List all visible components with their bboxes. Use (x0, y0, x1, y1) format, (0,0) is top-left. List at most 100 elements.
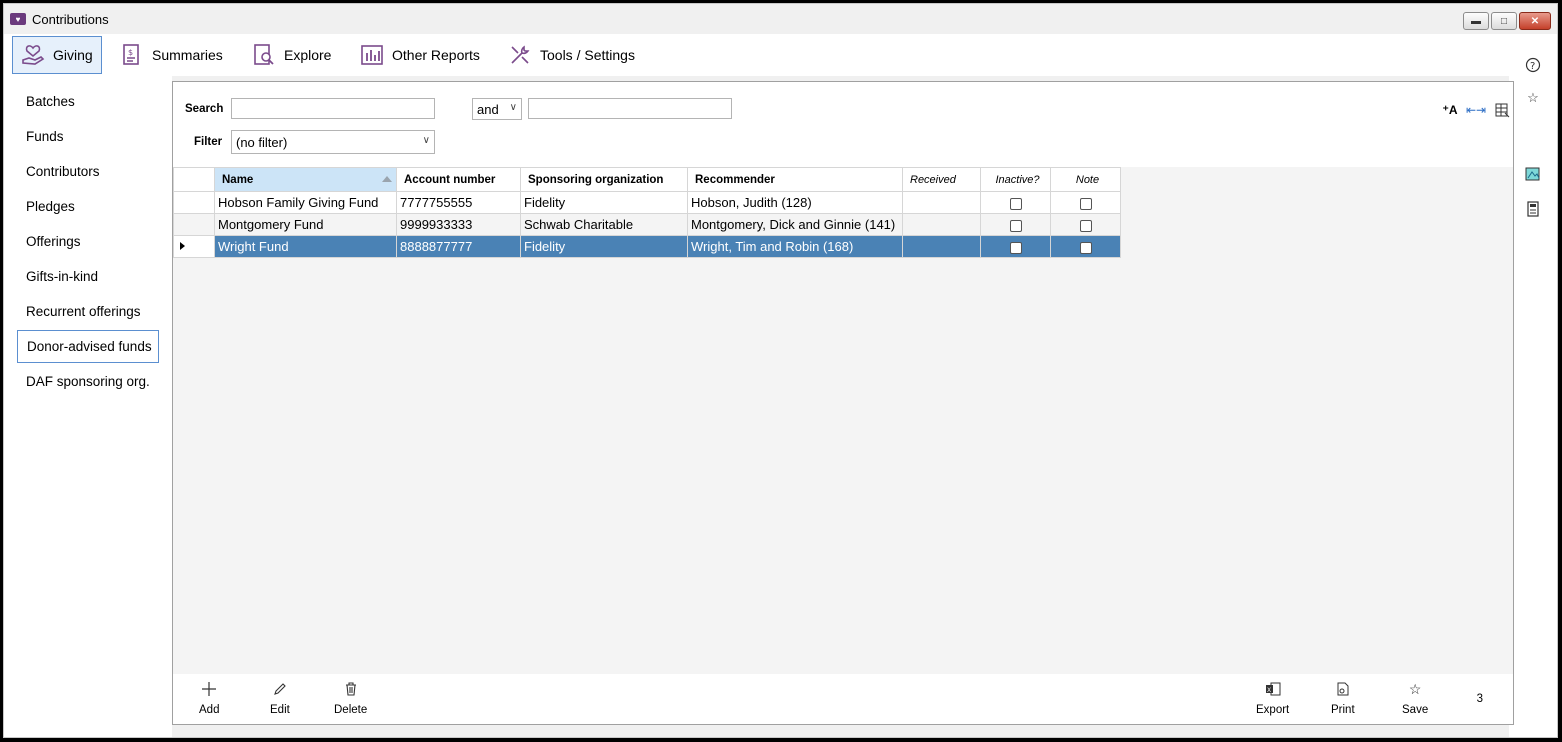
filter-select[interactable]: (no filter) ∨ (231, 130, 435, 154)
sidebar-item-contributors[interactable]: Contributors (17, 155, 159, 188)
row-header[interactable] (173, 235, 215, 258)
cell-received[interactable] (902, 235, 981, 258)
cell-received[interactable] (902, 213, 981, 236)
cell-recommender[interactable]: Hobson, Judith (128) (687, 191, 903, 214)
image-edit-icon[interactable] (1524, 165, 1542, 183)
svg-text:?: ? (1530, 61, 1535, 72)
tools-icon (511, 45, 530, 64)
row-header[interactable] (173, 213, 215, 236)
print-icon (1334, 680, 1352, 698)
font-size-icon[interactable]: ⁺A (1441, 101, 1459, 119)
explore-icon (254, 44, 274, 65)
export-label: Export (1256, 704, 1290, 716)
tab-label: Summaries (152, 47, 223, 63)
sidebar-item-donor-advised-funds[interactable]: Donor-advised funds (17, 330, 159, 363)
cell-account-number[interactable]: 7777755555 (396, 191, 521, 214)
save-label: Save (1402, 704, 1429, 716)
sidebar-item-recurrent-offerings[interactable]: Recurrent offerings (17, 295, 159, 328)
main-panel: Search and ∨ Filter (no filter) ∨ ⁺A ⇤⇥ (172, 81, 1514, 725)
tab-giving[interactable]: Giving (12, 36, 102, 74)
second-search-input[interactable] (528, 98, 732, 119)
save-button[interactable]: ☆ Save (1402, 680, 1429, 717)
cell-account-number[interactable]: 9999933333 (396, 213, 521, 236)
minimize-button[interactable]: ▬ (1463, 12, 1489, 30)
delete-button[interactable]: Delete (334, 680, 367, 716)
cell-recommender[interactable]: Montgomery, Dick and Ginnie (141) (687, 213, 903, 236)
table-row[interactable]: Montgomery Fund 9999933333 Schwab Charit… (173, 213, 1121, 236)
sort-ascending-icon (382, 176, 392, 182)
tab-tools-settings[interactable]: Tools / Settings (500, 36, 643, 74)
row-header-corner (173, 167, 215, 192)
search-label: Search (185, 103, 224, 115)
table-row-selected[interactable]: Wright Fund 8888877777 Fidelity Wright, … (173, 235, 1121, 258)
sidebar-item-pledges[interactable]: Pledges (17, 190, 159, 223)
inactive-checkbox[interactable] (1009, 219, 1022, 232)
sidebar-item-batches[interactable]: Batches (17, 85, 159, 118)
close-button[interactable]: ✕ (1519, 12, 1551, 30)
cell-sponsoring-organization[interactable]: Schwab Charitable (520, 213, 688, 236)
window-title: Contributions (32, 11, 109, 27)
fit-width-icon[interactable]: ⇤⇥ (1466, 101, 1486, 119)
add-label: Add (199, 704, 220, 716)
favorite-star-icon[interactable]: ☆ (1524, 89, 1542, 107)
excel-export-icon: X (1264, 680, 1282, 698)
export-button[interactable]: X Export (1256, 680, 1289, 716)
filter-label: Filter (194, 136, 223, 148)
column-chooser-icon[interactable] (1493, 101, 1511, 119)
inactive-checkbox[interactable] (1009, 241, 1022, 254)
sidebar-item-daf-sponsoring-org[interactable]: DAF sponsoring org. (17, 365, 159, 398)
tab-label: Giving (53, 47, 93, 63)
cell-recommender[interactable]: Wright, Tim and Robin (168) (687, 235, 903, 258)
svg-text:X: X (1267, 687, 1271, 694)
row-header[interactable] (173, 191, 215, 214)
maximize-button[interactable]: □ (1491, 12, 1517, 30)
help-icon[interactable]: ? (1524, 56, 1542, 74)
tab-other-reports[interactable]: Other Reports (352, 36, 488, 74)
table-header-row: Name Account number Sponsoring organizat… (173, 167, 1121, 192)
cell-name[interactable]: Wright Fund (214, 235, 397, 258)
cell-received[interactable] (902, 191, 981, 214)
tab-summaries[interactable]: $ Summaries (112, 36, 231, 74)
cell-note (1050, 213, 1121, 236)
cell-sponsoring-organization[interactable]: Fidelity (520, 235, 688, 258)
cell-name[interactable]: Montgomery Fund (214, 213, 397, 236)
add-button[interactable]: Add (199, 680, 219, 716)
column-header-name[interactable]: Name (214, 167, 397, 192)
conjunction-select[interactable]: and ∨ (472, 98, 522, 120)
trash-icon (342, 680, 360, 698)
print-button[interactable]: Print (1331, 680, 1355, 716)
calculator-icon[interactable] (1524, 200, 1542, 218)
sidebar-item-offerings[interactable]: Offerings (17, 225, 159, 258)
donor-advised-funds-table: Name Account number Sponsoring organizat… (173, 167, 1121, 258)
plus-icon (200, 680, 218, 698)
search-input[interactable] (231, 98, 435, 119)
column-header-inactive[interactable]: Inactive? (980, 167, 1051, 192)
note-checkbox[interactable] (1079, 241, 1092, 254)
filter-value: (no filter) (236, 134, 288, 150)
edit-button[interactable]: Edit (270, 680, 290, 716)
table-row[interactable]: Hobson Family Giving Fund 7777755555 Fid… (173, 191, 1121, 214)
current-row-arrow-icon (180, 242, 185, 250)
column-header-account-number[interactable]: Account number (396, 167, 521, 192)
note-checkbox[interactable] (1079, 219, 1092, 232)
sidebar-item-funds[interactable]: Funds (17, 120, 159, 153)
edit-label: Edit (270, 704, 290, 716)
title-bar: ♥ Contributions ▬ □ ✕ (4, 4, 1557, 34)
column-header-sponsoring-organization[interactable]: Sponsoring organization (520, 167, 688, 192)
main-nav: Giving $ Summaries Explore Other Reports… (4, 34, 1557, 76)
summaries-icon: $ (123, 44, 139, 65)
cell-account-number[interactable]: 8888877777 (396, 235, 521, 258)
sidebar-item-gifts-in-kind[interactable]: Gifts-in-kind (17, 260, 159, 293)
note-checkbox[interactable] (1079, 197, 1092, 210)
cell-sponsoring-organization[interactable]: Fidelity (520, 191, 688, 214)
inactive-checkbox[interactable] (1009, 197, 1022, 210)
bottom-toolbar: Add Edit Delete X Export Print ☆ Save 3 (173, 674, 1513, 724)
column-header-recommender[interactable]: Recommender (687, 167, 903, 192)
tab-explore[interactable]: Explore (244, 36, 339, 74)
column-header-note[interactable]: Note (1050, 167, 1121, 192)
chevron-down-icon: ∨ (422, 135, 430, 146)
bar-chart-icon (361, 45, 383, 65)
tab-label: Explore (284, 47, 332, 63)
cell-name[interactable]: Hobson Family Giving Fund (214, 191, 397, 214)
column-header-received[interactable]: Received (902, 167, 981, 192)
